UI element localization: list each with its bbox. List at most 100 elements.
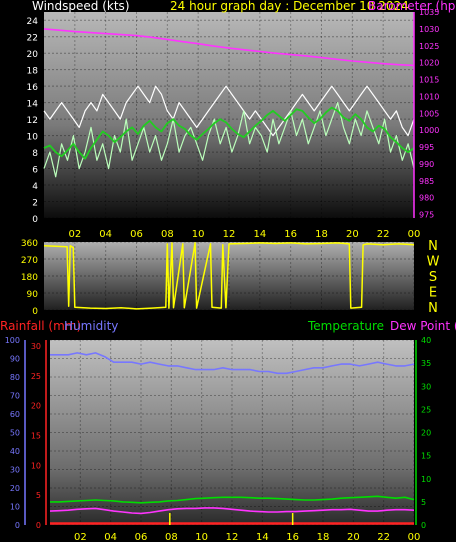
wind-tick-label: 8 xyxy=(32,149,38,159)
humidity-tick-label: 90 xyxy=(10,355,20,364)
direction-axis-ticks: 0 90 180 270 360 xyxy=(21,239,38,317)
temp-axis-ticks: 0 5 10 15 20 25 30 35 40 xyxy=(421,336,431,530)
x-tick-label: 10 xyxy=(192,229,205,240)
direction-tick-label: 0 xyxy=(32,307,38,317)
x-tick-label: 06 xyxy=(130,229,143,240)
wind-axis-title: Windspeed (kts) xyxy=(32,0,130,13)
direction-panel: 090180270360 NWSEN xyxy=(21,239,440,317)
baro-tick-label: 1000 xyxy=(419,126,439,135)
wind-x-axis-ticks: 02 04 06 08 10 12 14 16 18 20 22 00 xyxy=(68,229,420,240)
direction-tick-label: 90 xyxy=(27,290,39,300)
baro-tick-label: 1025 xyxy=(419,42,439,51)
wind-tick-label: 22 xyxy=(27,34,38,44)
x-tick-label: 04 xyxy=(104,532,117,542)
temp-tick-label: 15 xyxy=(421,452,431,461)
baro-tick-label: 995 xyxy=(419,143,434,152)
wind-tick-label: 0 xyxy=(32,215,38,225)
x-tick-label: 18 xyxy=(317,532,330,542)
x-tick-label: 14 xyxy=(256,532,269,542)
baro-tick-label: 1030 xyxy=(419,25,439,34)
x-tick-label: 16 xyxy=(284,229,297,240)
wind-tick-label: 20 xyxy=(27,50,39,60)
humidity-tick-label: 100 xyxy=(5,336,20,345)
temp-tick-label: 25 xyxy=(421,405,431,414)
rain-tick-label: 5 xyxy=(36,491,41,500)
dewpoint-axis-title: Dew Point (c) xyxy=(390,319,456,333)
wind-tick-label: 10 xyxy=(27,133,39,143)
wind-tick-label: 18 xyxy=(27,67,39,77)
temp-tick-label: 35 xyxy=(421,359,431,368)
humidity-tick-label: 60 xyxy=(10,410,20,419)
wind-tick-label: 16 xyxy=(27,83,39,93)
baro-tick-label: 990 xyxy=(419,160,434,169)
x-tick-label: 00 xyxy=(408,532,421,542)
rain-tick-label: 15 xyxy=(31,431,41,440)
wind-tick-label: 12 xyxy=(27,116,38,126)
x-tick-label: 02 xyxy=(68,229,81,240)
humidity-tick-label: 40 xyxy=(10,447,20,456)
x-tick-label: 16 xyxy=(286,532,299,542)
rain-tick-label: 30 xyxy=(31,342,41,351)
wind-tick-label: 6 xyxy=(32,166,38,176)
wind-axis-ticks: 024681012141618202224 xyxy=(27,17,39,225)
wind-plot-area xyxy=(44,12,414,218)
rain-axis-ticks: 0 5 10 15 20 25 30 xyxy=(31,342,41,530)
temp-tick-label: 5 xyxy=(421,498,426,507)
x-tick-label: 20 xyxy=(347,532,360,542)
compass-label: N xyxy=(428,239,438,254)
humidity-axis-title: Humidity xyxy=(64,319,118,333)
temp-tick-label: 10 xyxy=(421,475,431,484)
wind-tick-label: 4 xyxy=(32,182,38,192)
rain-temp-panel: 0 10 20 30 40 50 60 70 80 90 100 0 5 10 15 20 25 30 0 5 10… xyxy=(0,319,456,542)
baro-axis-ticks: 975 980 985 990 995 1000 1005 1010 1015 1020 1025 1… xyxy=(419,8,439,220)
humidity-tick-label: 10 xyxy=(10,503,20,512)
baro-tick-label: 1005 xyxy=(419,109,439,118)
x-tick-label: 22 xyxy=(377,532,390,542)
direction-tick-label: 360 xyxy=(21,239,38,249)
compass-label: W xyxy=(427,255,440,270)
baro-tick-label: 1010 xyxy=(419,92,439,101)
x-tick-label: 08 xyxy=(165,532,178,542)
weather-graph: 024681012141618202224 975980985990995100… xyxy=(0,0,456,542)
x-tick-label: 12 xyxy=(223,229,236,240)
rain-tick-label: 20 xyxy=(31,402,41,411)
x-tick-label: 04 xyxy=(99,229,112,240)
rain-tick-label: 10 xyxy=(31,461,41,470)
baro-tick-label: 1020 xyxy=(419,59,439,68)
x-tick-label: 12 xyxy=(226,532,239,542)
x-tick-label: 22 xyxy=(377,229,390,240)
baro-tick-label: 975 xyxy=(419,211,434,220)
temp-tick-label: 40 xyxy=(421,336,431,345)
direction-tick-label: 270 xyxy=(21,256,38,266)
compass-label: E xyxy=(429,286,437,301)
wind-tick-label: 24 xyxy=(27,17,39,27)
x-tick-label: 00 xyxy=(408,229,421,240)
baro-tick-label: 985 xyxy=(419,177,434,186)
humidity-tick-label: 20 xyxy=(10,484,20,493)
humidity-tick-label: 70 xyxy=(10,392,20,401)
baro-tick-label: 1015 xyxy=(419,76,439,85)
x-tick-label: 08 xyxy=(161,229,174,240)
compass-labels: NWSEN xyxy=(427,239,440,316)
x-tick-label: 18 xyxy=(315,229,328,240)
x-tick-label: 06 xyxy=(135,532,148,542)
humidity-tick-label: 50 xyxy=(10,429,20,438)
temp-tick-label: 0 xyxy=(421,521,426,530)
wind-tick-label: 14 xyxy=(27,100,39,110)
temp-tick-label: 30 xyxy=(421,382,431,391)
temp-tick-label: 20 xyxy=(421,429,431,438)
temperature-axis-title: Temperature xyxy=(307,319,384,333)
direction-tick-label: 180 xyxy=(21,273,38,283)
x-tick-label: 10 xyxy=(195,532,208,542)
compass-label: S xyxy=(429,270,437,285)
rain-temp-x-axis-ticks: 02 04 06 08 10 12 14 16 18 20 22 00 xyxy=(74,532,420,542)
humidity-axis-ticks: 0 10 20 30 40 50 60 70 80 90 100 xyxy=(5,336,20,530)
humidity-tick-label: 30 xyxy=(10,466,20,475)
humidity-tick-label: 80 xyxy=(10,373,20,382)
humidity-tick-label: 0 xyxy=(15,521,20,530)
rain-tick-label: 25 xyxy=(31,372,41,381)
wind-baro-panel: 024681012141618202224 975980985990995100… xyxy=(27,0,456,240)
wind-tick-label: 2 xyxy=(32,199,38,209)
x-tick-label: 14 xyxy=(253,229,266,240)
baro-tick-label: 980 xyxy=(419,194,434,203)
